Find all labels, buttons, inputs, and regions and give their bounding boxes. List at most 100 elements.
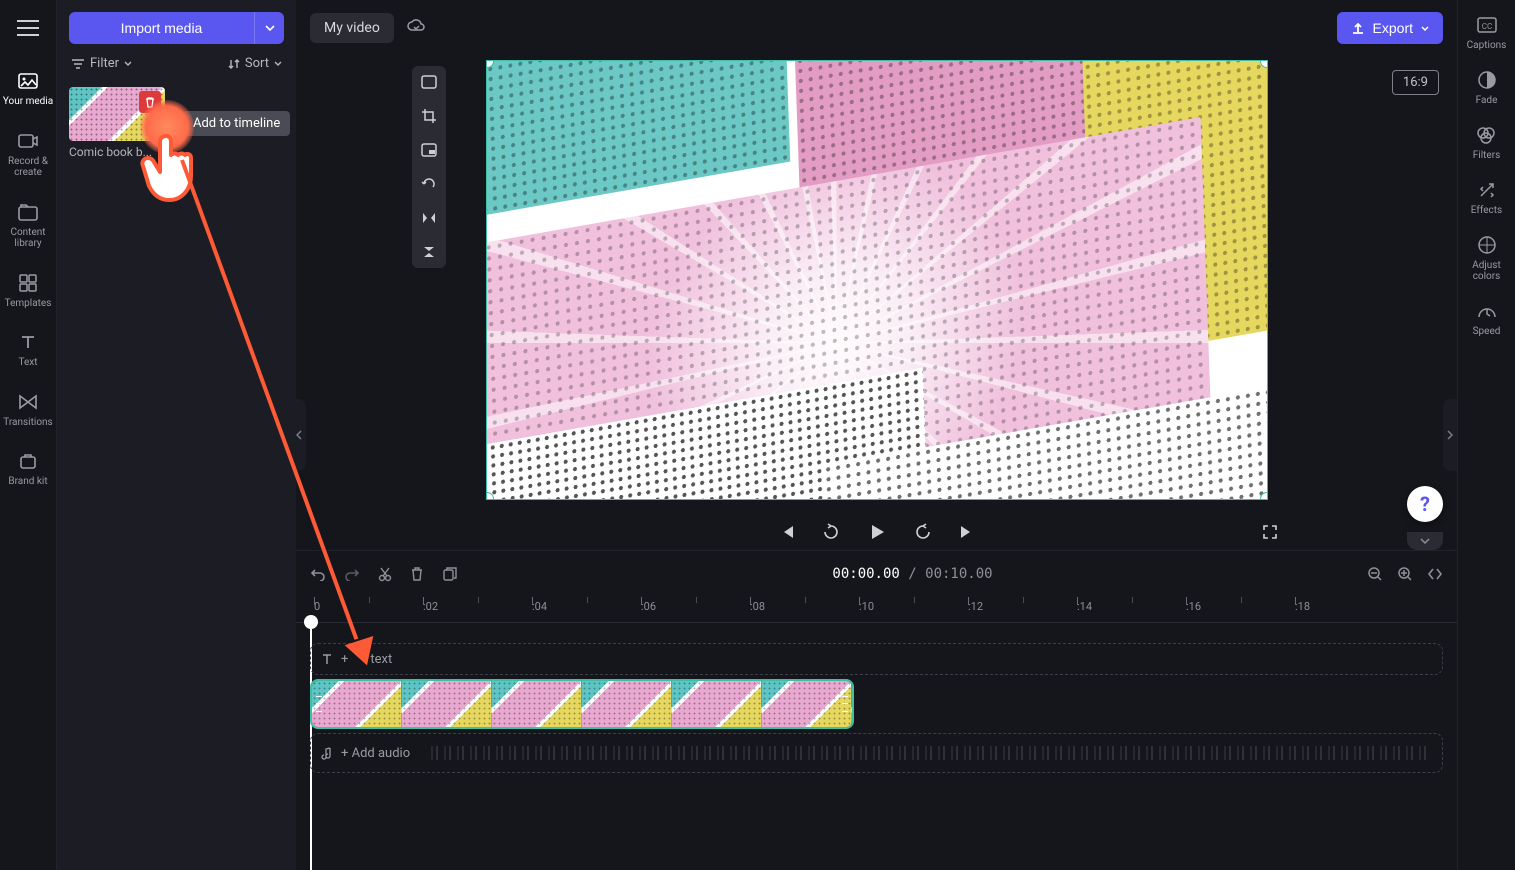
sidebar-item-label: Brand kit [8,476,47,488]
music-note-icon [321,746,333,760]
effects-icon [1478,179,1496,201]
project-title[interactable]: My video [310,13,394,43]
zoom-in-button[interactable] [1397,566,1413,582]
sidebar-item-label: Captions [1467,40,1507,51]
sidebar-item-captions[interactable]: CC Captions [1467,14,1507,51]
speed-icon [1477,300,1497,322]
import-media-button[interactable]: Import media [69,12,254,44]
chevron-down-icon [1420,538,1430,544]
hamburger-menu-icon[interactable] [10,10,46,46]
pip-button[interactable] [419,140,439,160]
sidebar-item-label: Adjust colors [1458,260,1515,282]
sort-button[interactable]: Sort [228,56,282,71]
import-media-dropdown[interactable] [254,12,284,44]
undo-button[interactable] [310,567,326,581]
redo-button[interactable] [344,567,360,581]
flip-horizontal-button[interactable] [419,208,439,228]
help-button[interactable]: ? [1407,486,1443,522]
timeline-toolbar: 00:00.00 / 00:10.00 [296,551,1457,597]
ruler-tick: :04 [532,600,547,613]
templates-icon [19,272,37,294]
sidebar-item-filters[interactable]: Filters [1473,124,1501,161]
preview-canvas[interactable] [486,60,1268,500]
sidebar-item-text[interactable]: Text [0,327,56,373]
fit-screen-button[interactable] [419,72,439,92]
ruler-tick: :10 [859,600,874,613]
ruler-tick-minor [1023,597,1024,603]
timeline: 00:00.00 / 00:10.00 0:02:04:06:08:10:12:… [296,550,1457,870]
top-bar: My video Export [296,0,1457,56]
sidebar-item-effects[interactable]: Effects [1471,179,1502,216]
library-icon [18,201,38,223]
sidebar-item-label: Content library [0,227,56,250]
right-sidebar: CC Captions Fade Filters Effects Adjust … [1457,0,1515,870]
zoom-fit-button[interactable] [1427,567,1443,581]
play-button[interactable] [864,519,890,545]
cloud-sync-icon[interactable] [406,18,426,38]
text-icon [321,653,333,665]
filter-icon [71,58,85,70]
sort-label: Sort [245,56,269,71]
ruler-tick-minor [1132,597,1133,603]
audio-track-label: + Add audio [341,746,410,761]
fade-icon [1478,69,1496,91]
split-button[interactable] [378,566,392,582]
text-icon [20,331,36,353]
skip-back-button[interactable] [776,521,798,543]
ruler-tick: :16 [1186,600,1201,613]
crop-button[interactable] [419,106,439,126]
audio-track[interactable]: + Add audio [310,733,1443,773]
sidebar-item-transitions[interactable]: Transitions [0,387,56,433]
video-track[interactable] [310,679,1443,729]
timeline-tracks: + text + Add audio [296,623,1457,870]
sidebar-item-label: Filters [1473,150,1501,161]
skip-forward-button[interactable] [956,521,978,543]
sidebar-item-fade[interactable]: Fade [1476,69,1498,106]
record-icon [18,130,38,152]
ruler-tick: 0 [314,600,320,613]
delete-button[interactable] [410,566,424,582]
brand-kit-icon [19,450,37,472]
ruler-tick-minor [1241,597,1242,603]
rewind-button[interactable] [820,521,842,543]
sort-icon [228,58,240,70]
filter-button[interactable]: Filter [71,56,132,71]
chevron-down-icon [1421,26,1429,31]
help-collapse-button[interactable] [1407,532,1443,550]
clip-trim-right[interactable] [842,693,848,715]
export-button[interactable]: Export [1337,12,1443,44]
sidebar-item-label: Transitions [3,417,52,429]
sidebar-item-label: Your media [3,96,53,108]
sidebar-item-brand-kit[interactable]: Brand kit [0,446,56,492]
rotate-button[interactable] [419,174,439,194]
sidebar-item-speed[interactable]: Speed [1473,300,1501,337]
sidebar-item-adjust-colors[interactable]: Adjust colors [1458,234,1515,282]
ruler-tick: :18 [1295,600,1310,613]
adjust-colors-icon [1478,234,1496,256]
transitions-icon [18,391,38,413]
sidebar-item-record-create[interactable]: Record & create [0,126,56,183]
sidebar-item-label: Effects [1471,205,1502,216]
aspect-ratio-button[interactable]: 16:9 [1392,70,1439,95]
sidebar-item-your-media[interactable]: Your media [0,66,56,112]
ruler-tick: :02 [423,600,438,613]
filter-label: Filter [90,56,119,71]
sidebar-item-templates[interactable]: Templates [0,268,56,314]
forward-button[interactable] [912,521,934,543]
text-track[interactable]: + text [310,643,1443,675]
ruler-tick-minor [696,597,697,603]
duplicate-button[interactable] [442,566,458,582]
expand-right-panel-button[interactable] [1443,399,1457,471]
flip-vertical-button[interactable] [419,242,439,262]
ruler-tick: :08 [750,600,765,613]
clip-trim-left[interactable] [316,693,322,715]
fullscreen-button[interactable] [1259,521,1281,543]
upload-icon [1351,21,1365,35]
sidebar-item-content-library[interactable]: Content library [0,197,56,254]
zoom-out-button[interactable] [1367,566,1383,582]
timeline-timecode: 00:00.00 / 00:10.00 [476,566,1349,582]
video-clip[interactable] [310,679,854,729]
sidebar-item-label: Record & create [0,156,56,179]
timeline-ruler[interactable]: 0:02:04:06:08:10:12:14:16:18 [296,597,1457,623]
chevron-down-icon [124,61,132,66]
